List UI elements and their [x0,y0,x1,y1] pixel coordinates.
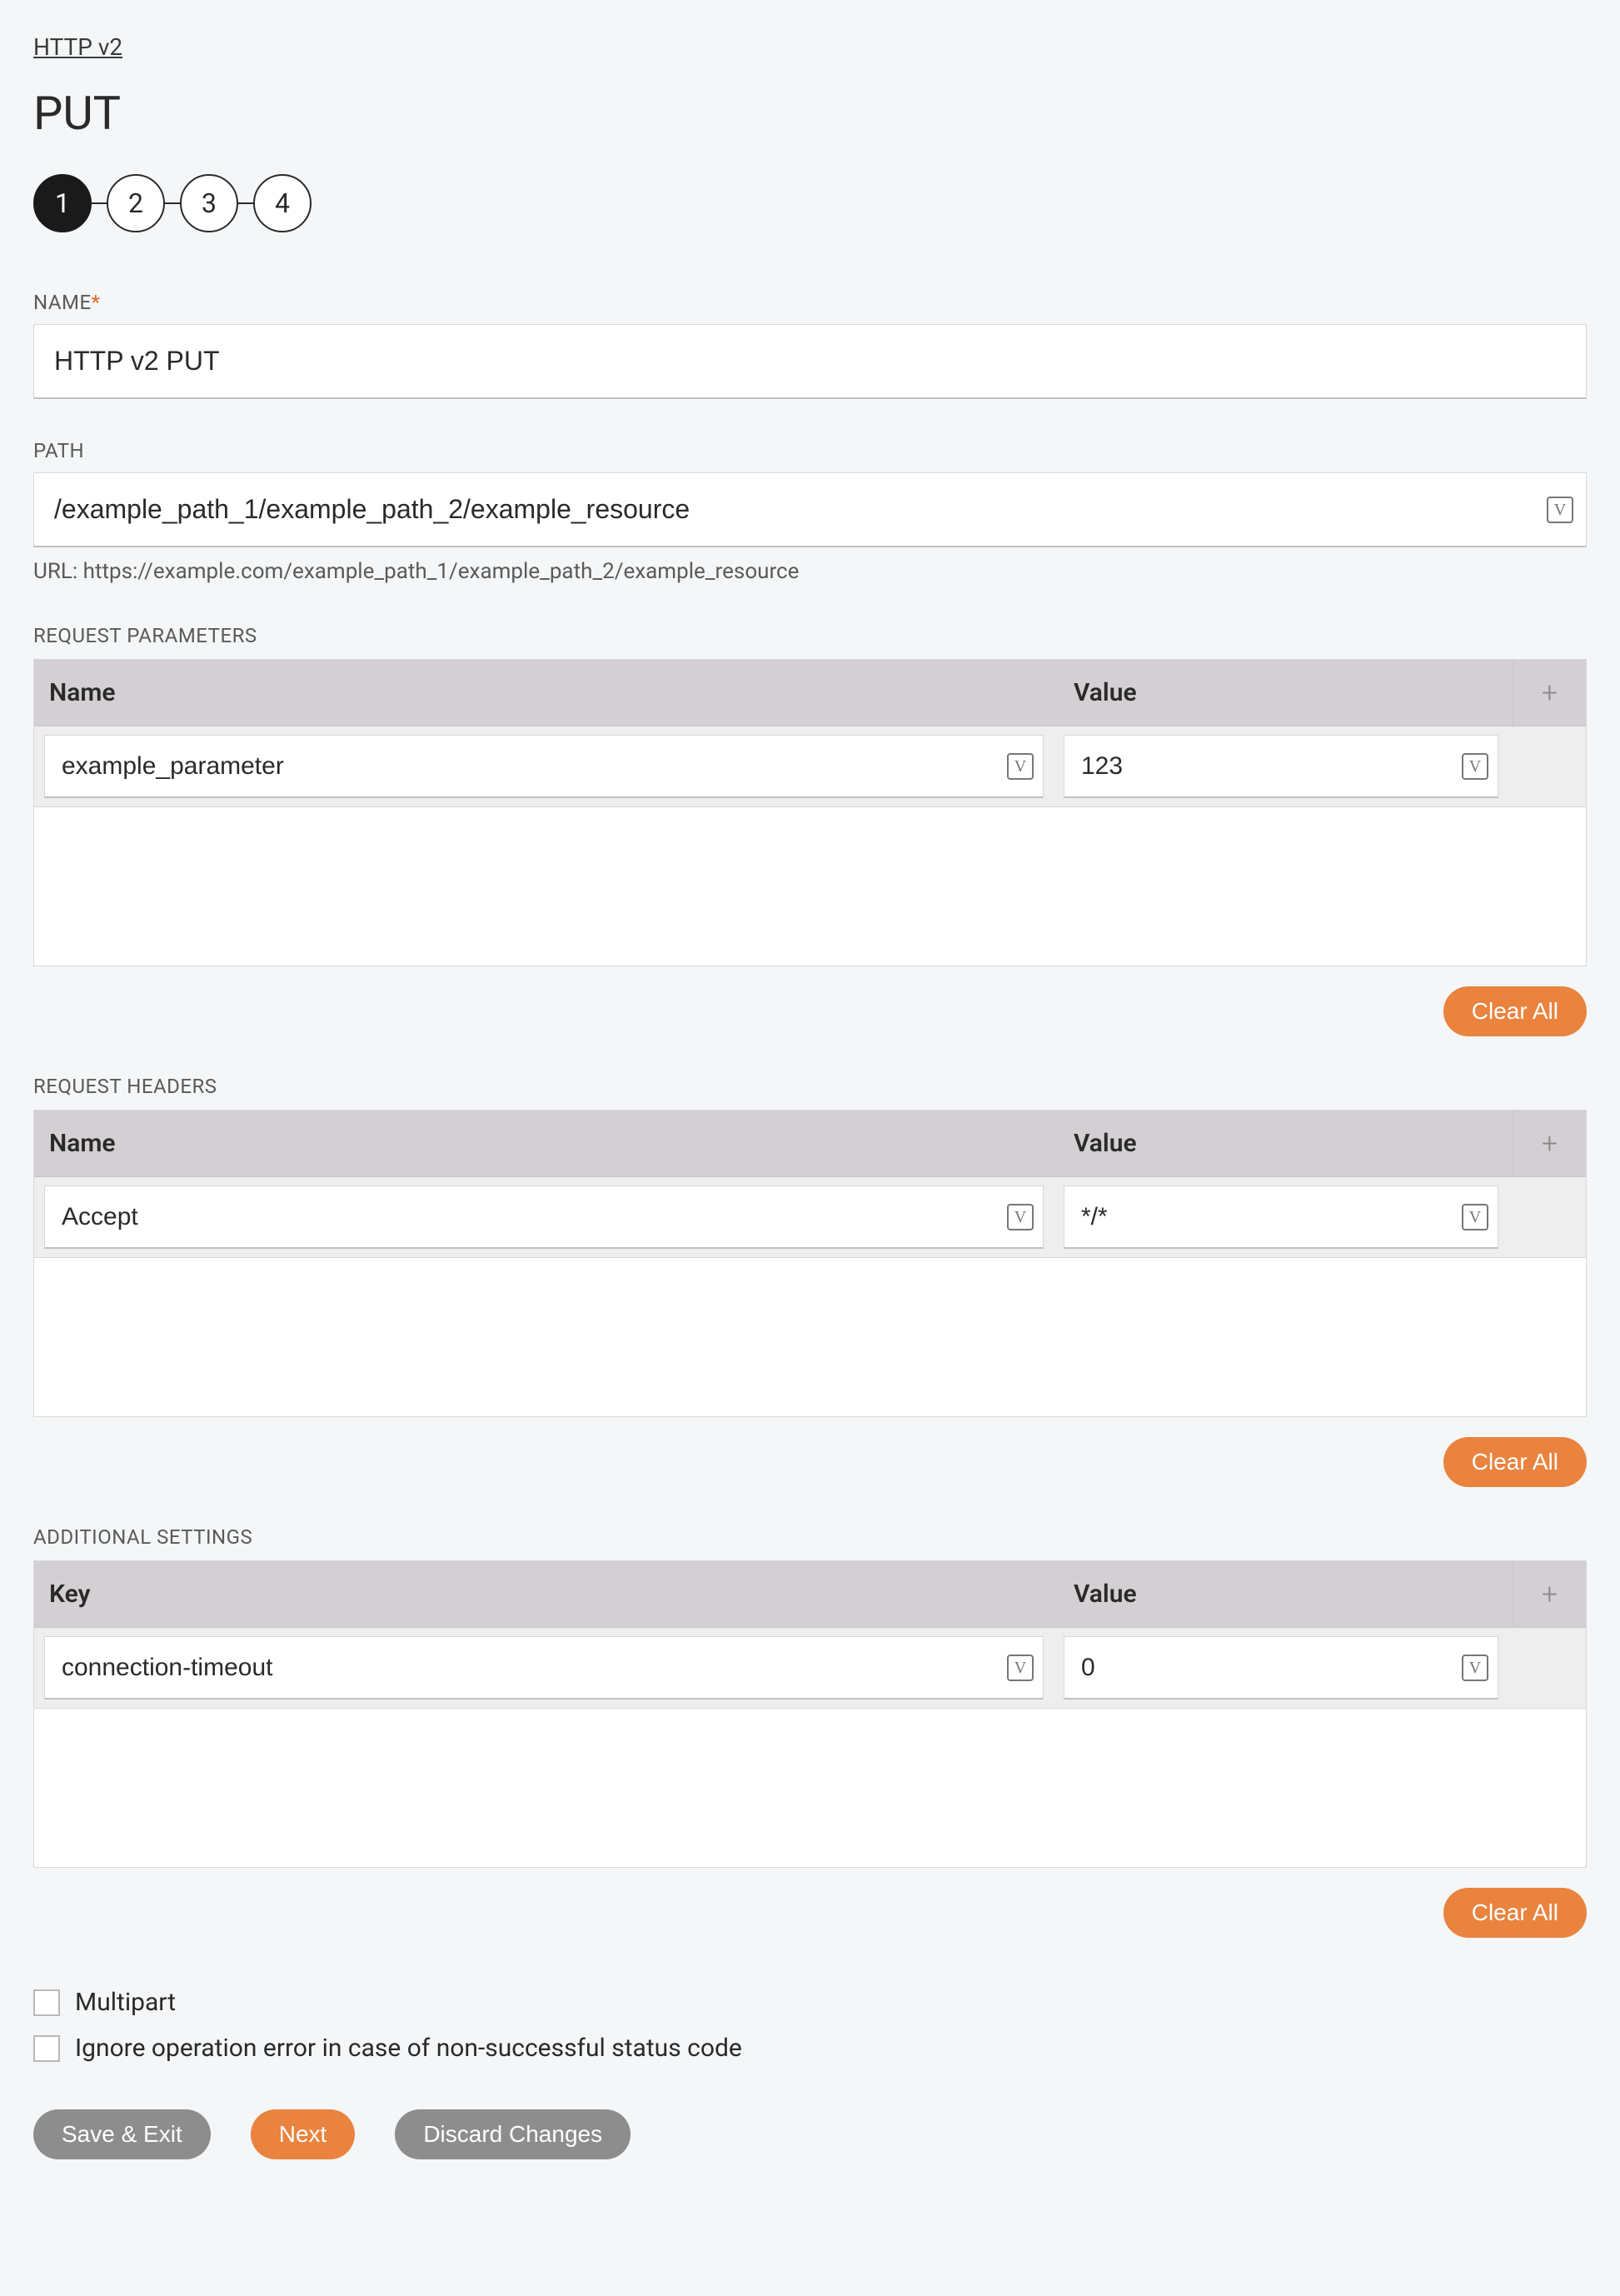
params-add-button[interactable]: + [1513,660,1586,726]
additional-settings-label: ADDITIONAL SETTINGS [33,1525,1587,1549]
breadcrumb-link[interactable]: HTTP v2 [33,33,122,61]
param-name-input[interactable] [44,735,1044,798]
variable-icon[interactable]: V [1547,497,1573,523]
step-2[interactable]: 2 [107,174,165,232]
required-mark: * [92,291,101,314]
headers-col-value: Value [1059,1111,1513,1176]
settings-empty-area [34,1709,1586,1867]
step-connector [165,202,180,204]
table-row: V V [34,726,1586,807]
variable-icon[interactable]: V [1007,1655,1034,1681]
path-help-url: https://example.com/example_path_1/examp… [83,559,800,584]
param-value-input[interactable] [1064,735,1498,798]
path-label: PATH [33,439,1587,462]
request-params-label: REQUEST PARAMETERS [33,624,1587,647]
header-name-input[interactable] [44,1185,1044,1249]
params-col-name: Name [34,660,1059,726]
stepper: 1 2 3 4 [33,174,1587,232]
ignore-error-checkbox[interactable] [33,2035,60,2062]
setting-value-input[interactable] [1064,1636,1498,1700]
path-help-text: URL: https://example.com/example_path_1/… [33,559,1587,584]
request-headers-label: REQUEST HEADERS [33,1075,1587,1098]
path-input[interactable] [33,472,1587,547]
params-clear-all-button[interactable]: Clear All [1443,986,1587,1036]
ignore-error-label: Ignore operation error in case of non-su… [75,2034,742,2063]
settings-col-key: Key [34,1561,1059,1627]
params-empty-area [34,807,1586,966]
multipart-label: Multipart [75,1988,176,2017]
variable-icon[interactable]: V [1462,1655,1488,1681]
path-help-prefix: URL: [33,559,83,584]
header-value-input[interactable] [1064,1185,1498,1249]
variable-icon[interactable]: V [1462,1204,1488,1230]
name-input[interactable] [33,324,1587,399]
request-headers-table: Name Value + V V [33,1110,1587,1417]
headers-col-name: Name [34,1111,1059,1176]
headers-empty-area [34,1258,1586,1416]
settings-add-button[interactable]: + [1513,1561,1586,1627]
variable-icon[interactable]: V [1462,753,1488,780]
settings-col-value: Value [1059,1561,1513,1627]
next-button[interactable]: Next [251,2109,356,2159]
step-connector [238,202,253,204]
table-row: V V [34,1177,1586,1258]
params-col-value: Value [1059,660,1513,726]
step-connector [92,202,107,204]
page-title: PUT [33,86,1587,141]
step-1[interactable]: 1 [33,174,92,232]
setting-key-input[interactable] [44,1636,1044,1700]
step-3[interactable]: 3 [180,174,238,232]
save-exit-button[interactable]: Save & Exit [33,2109,211,2159]
name-label: NAME* [33,291,1587,314]
headers-add-button[interactable]: + [1513,1111,1586,1176]
step-4[interactable]: 4 [253,174,312,232]
name-label-text: NAME [33,291,92,314]
headers-clear-all-button[interactable]: Clear All [1443,1437,1587,1487]
variable-icon[interactable]: V [1007,1204,1034,1230]
settings-clear-all-button[interactable]: Clear All [1443,1888,1587,1938]
discard-changes-button[interactable]: Discard Changes [395,2109,631,2159]
table-row: V V [34,1628,1586,1709]
variable-icon[interactable]: V [1007,753,1034,780]
multipart-checkbox[interactable] [33,1989,60,2016]
request-params-table: Name Value + V V [33,659,1587,966]
additional-settings-table: Key Value + V V [33,1560,1587,1868]
